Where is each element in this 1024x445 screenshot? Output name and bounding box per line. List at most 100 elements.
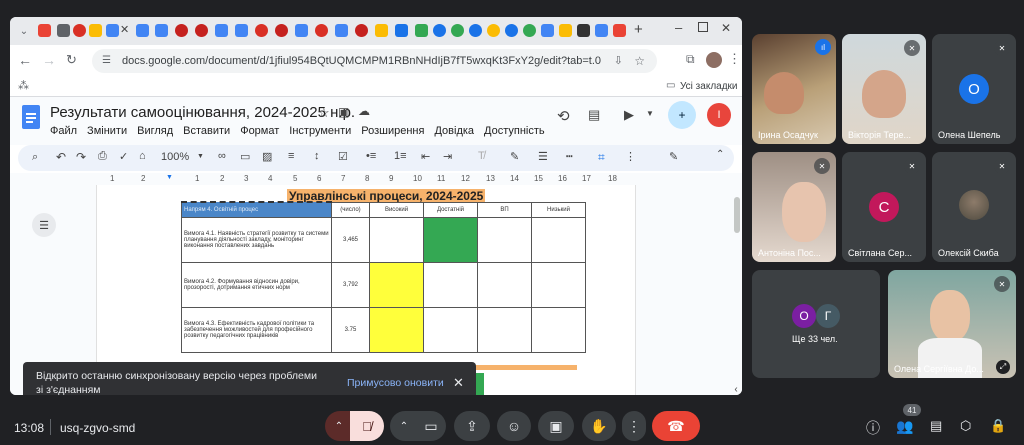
- indent-marker-icon[interactable]: ▼: [166, 174, 173, 181]
- more-options-icon[interactable]: ⋮: [625, 150, 636, 163]
- menu-help[interactable]: Довідка: [434, 125, 474, 137]
- docs-logo-icon[interactable]: [22, 105, 40, 129]
- crop-icon[interactable]: ⌗: [598, 150, 605, 165]
- insert-image-icon[interactable]: ▨: [262, 150, 272, 163]
- raise-hand-button[interactable]: ✋: [582, 411, 616, 441]
- folder-icon[interactable]: ▭: [666, 80, 675, 91]
- tab-icon[interactable]: [355, 24, 368, 37]
- menu-insert[interactable]: Вставити: [183, 125, 230, 137]
- install-icon[interactable]: ⇩: [614, 49, 623, 73]
- explore-chevron-icon[interactable]: ‹: [728, 381, 742, 395]
- participant-tile[interactable]: ✕ Антоніна Пос...: [752, 152, 836, 262]
- participant-tile[interactable]: ✕ Вікторія Тере...: [842, 34, 926, 144]
- tab-icon[interactable]: [469, 24, 482, 37]
- account-avatar[interactable]: I: [707, 103, 731, 127]
- meeting-info-icon[interactable]: ⓘ: [866, 418, 880, 438]
- tab-icon[interactable]: [451, 24, 464, 37]
- print-icon[interactable]: ⎙: [98, 150, 107, 163]
- meet-present-icon[interactable]: ▶: [624, 107, 634, 123]
- participant-tile[interactable]: ıl Ірина Осадчук: [752, 34, 836, 144]
- force-refresh-button[interactable]: Примусово оновити: [347, 377, 444, 389]
- add-comment-icon[interactable]: ▭: [240, 150, 250, 163]
- link-icon[interactable]: ∞: [218, 150, 226, 162]
- profile-avatar[interactable]: [706, 52, 722, 68]
- more-options-button[interactable]: ⋮: [622, 411, 646, 441]
- host-controls-icon[interactable]: 🔒: [990, 418, 1006, 434]
- tab-icon[interactable]: [73, 24, 86, 37]
- search-menus-icon[interactable]: ⌕: [32, 151, 38, 164]
- undo-icon[interactable]: ↶: [56, 150, 66, 164]
- comments-icon[interactable]: ▤: [588, 107, 600, 123]
- tab-icon[interactable]: [577, 24, 590, 37]
- tab-icon[interactable]: [275, 24, 288, 37]
- audio-options-button[interactable]: ⌃: [325, 411, 353, 441]
- close-tab-icon[interactable]: ✕: [120, 23, 129, 36]
- clear-formatting-icon[interactable]: T̸: [478, 150, 485, 162]
- docs-tab-icon[interactable]: [335, 24, 348, 37]
- tab-icon[interactable]: [487, 24, 500, 37]
- present-button[interactable]: ⇪: [454, 411, 490, 441]
- maximize-icon[interactable]: [698, 22, 708, 32]
- chat-icon[interactable]: ▤: [930, 418, 942, 434]
- tab-icon[interactable]: [315, 24, 328, 37]
- minimize-icon[interactable]: –: [675, 20, 682, 35]
- decrease-indent-icon[interactable]: ⇤: [421, 150, 430, 163]
- tab-icon[interactable]: [255, 24, 268, 37]
- microphone-button[interactable]: 🎙̸: [350, 411, 384, 441]
- tab-icon[interactable]: [195, 24, 208, 37]
- tab-icon[interactable]: [559, 24, 572, 37]
- menu-extensions[interactable]: Розширення: [361, 125, 424, 137]
- activities-icon[interactable]: ⬡: [960, 418, 971, 434]
- pin-icon[interactable]: ⤢: [996, 360, 1010, 374]
- align-icon[interactable]: ≡: [288, 150, 294, 162]
- site-info-icon[interactable]: ☰: [102, 49, 111, 73]
- self-view-tile[interactable]: ✕ Олена Сергіївна До... ⤢: [888, 270, 1016, 378]
- video-options-button[interactable]: ⌃: [390, 411, 418, 441]
- close-toast-icon[interactable]: ✕: [453, 375, 464, 391]
- new-tab-icon[interactable]: +: [634, 21, 643, 38]
- menu-edit[interactable]: Змінити: [87, 125, 127, 137]
- checklist-icon[interactable]: ☑: [338, 150, 348, 163]
- url-bar[interactable]: ☰ docs.google.com/document/d/1jfiul954BQ…: [92, 49, 657, 73]
- cloud-status-icon[interactable]: ☁: [358, 104, 370, 118]
- participant-tile[interactable]: ✕ С Світлана Сер...: [842, 152, 926, 262]
- history-icon[interactable]: ⟲: [557, 107, 570, 125]
- zoom-select[interactable]: 100%: [161, 151, 189, 163]
- tab-icon[interactable]: [433, 24, 446, 37]
- menu-format[interactable]: Формат: [240, 125, 279, 137]
- outline-icon[interactable]: ☰: [32, 213, 56, 237]
- move-folder-icon[interactable]: ▣: [338, 105, 349, 119]
- gmail-tab-icon[interactable]: [613, 24, 626, 37]
- menu-accessibility[interactable]: Доступність: [484, 125, 545, 137]
- docs-tab-icon[interactable]: [595, 24, 608, 37]
- people-icon[interactable]: 👥: [896, 418, 913, 435]
- star-icon[interactable]: ☆: [318, 105, 330, 121]
- tab-icon[interactable]: [505, 24, 518, 37]
- leave-call-button[interactable]: ☎: [652, 411, 700, 441]
- menu-view[interactable]: Вигляд: [137, 125, 173, 137]
- chevron-down-icon[interactable]: ▼: [197, 153, 204, 160]
- docs-tab-icon[interactable]: [295, 24, 308, 37]
- back-icon[interactable]: ←: [18, 52, 32, 68]
- share-button[interactable]: +: [668, 101, 696, 129]
- gmail-tab-icon[interactable]: [38, 24, 51, 37]
- border-width-icon[interactable]: ☰: [538, 150, 548, 163]
- docs-tab-icon[interactable]: [235, 24, 248, 37]
- active-tab-docs-icon[interactable]: [106, 24, 119, 37]
- vertical-scrollbar[interactable]: [734, 197, 740, 233]
- reload-icon[interactable]: ↻: [66, 52, 77, 68]
- tab-search-icon[interactable]: ⌄: [16, 23, 32, 39]
- docs-tab-icon[interactable]: [136, 24, 149, 37]
- menu-tools[interactable]: Інструменти: [289, 125, 351, 137]
- tab-icon[interactable]: [523, 24, 536, 37]
- tab-icon[interactable]: [541, 24, 554, 37]
- increase-indent-icon[interactable]: ⇥: [443, 150, 452, 163]
- captions-button[interactable]: ▣: [538, 411, 574, 441]
- participant-tile[interactable]: ✕ О Олена Шепель: [932, 34, 1016, 144]
- spellcheck-icon[interactable]: ✓: [119, 150, 128, 163]
- drive-tab-icon[interactable]: [89, 24, 102, 37]
- bulleted-list-icon[interactable]: •≡: [366, 150, 376, 162]
- close-window-icon[interactable]: ✕: [721, 21, 731, 35]
- menu-file[interactable]: Файл: [50, 125, 77, 137]
- numbered-list-icon[interactable]: 1≡: [394, 150, 407, 162]
